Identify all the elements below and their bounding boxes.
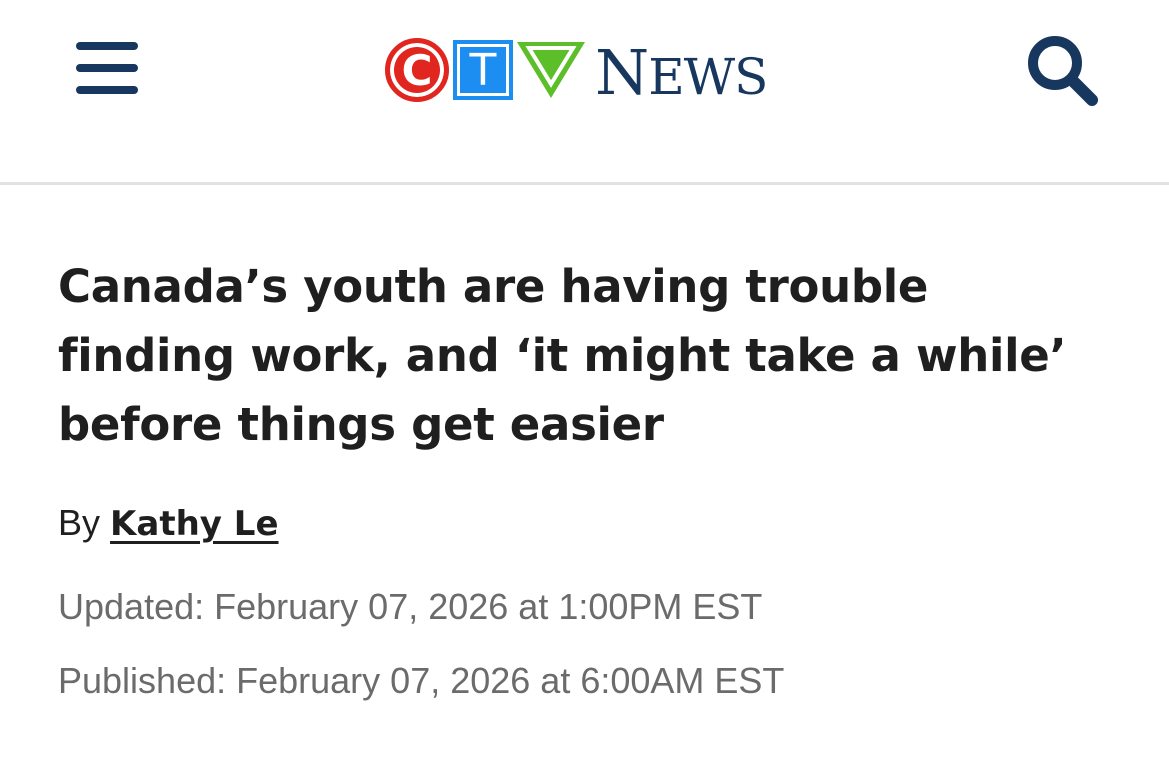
- hamburger-menu-icon[interactable]: [72, 40, 140, 98]
- logo-news-wordmark: NEWS: [595, 42, 768, 106]
- search-icon[interactable]: [1022, 30, 1102, 110]
- logo-news-rest: EWS: [648, 48, 768, 106]
- article-headline: Canada’s youth are having trouble findin…: [58, 260, 1067, 451]
- byline: By Kathy Le: [58, 500, 279, 547]
- menu-bar: [76, 64, 138, 72]
- site-header: C T NEWS: [0, 0, 1169, 185]
- logo-news-first-letter: N: [595, 36, 649, 109]
- byline-prefix: By: [58, 502, 101, 543]
- logo-t-mark: T: [453, 40, 513, 100]
- article-page: C T NEWS Canada’s youth are having troub…: [0, 0, 1169, 765]
- logo-v-mark: [517, 42, 585, 98]
- logo-c-mark: C: [385, 38, 449, 102]
- published-timestamp: Published: February 07, 2026 at 6:00AM E…: [58, 660, 785, 701]
- menu-bar: [76, 86, 138, 94]
- updated-timestamp: Updated: February 07, 2026 at 1:00PM EST: [58, 586, 763, 627]
- author-link[interactable]: Kathy Le: [110, 504, 278, 544]
- ctv-news-logo[interactable]: C T NEWS: [385, 34, 768, 106]
- menu-bar: [76, 42, 138, 50]
